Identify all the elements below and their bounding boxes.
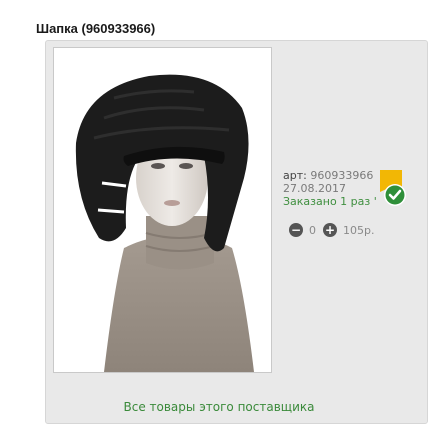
ordered-row: Заказано 1 раз ' [283,195,377,208]
article-row: арт: 960933966 [283,169,377,182]
product-meta: арт: 960933966 27.08.2017 Заказано 1 раз… [283,169,377,208]
plus-icon[interactable]: + [323,223,337,237]
article-label: арт: [283,169,307,182]
supplier-products-link[interactable]: Все товары этого поставщика [0,400,438,414]
minus-icon[interactable]: − [289,223,303,237]
product-title: Шапка (960933966) [36,21,156,36]
ordered-text: Заказано 1 раз [283,195,371,208]
quantity-value: 0 [309,223,316,237]
product-photo[interactable] [53,47,272,373]
quantity-stepper: − 0 + 105р. [289,223,374,237]
price-value: 105р. [343,223,375,237]
ordered-mark: ' [373,195,377,208]
checkmark-badge-icon [380,170,406,206]
article-value: 960933966 [310,169,374,182]
hat-photo-illustration [54,48,271,372]
date-row: 27.08.2017 [283,182,346,195]
